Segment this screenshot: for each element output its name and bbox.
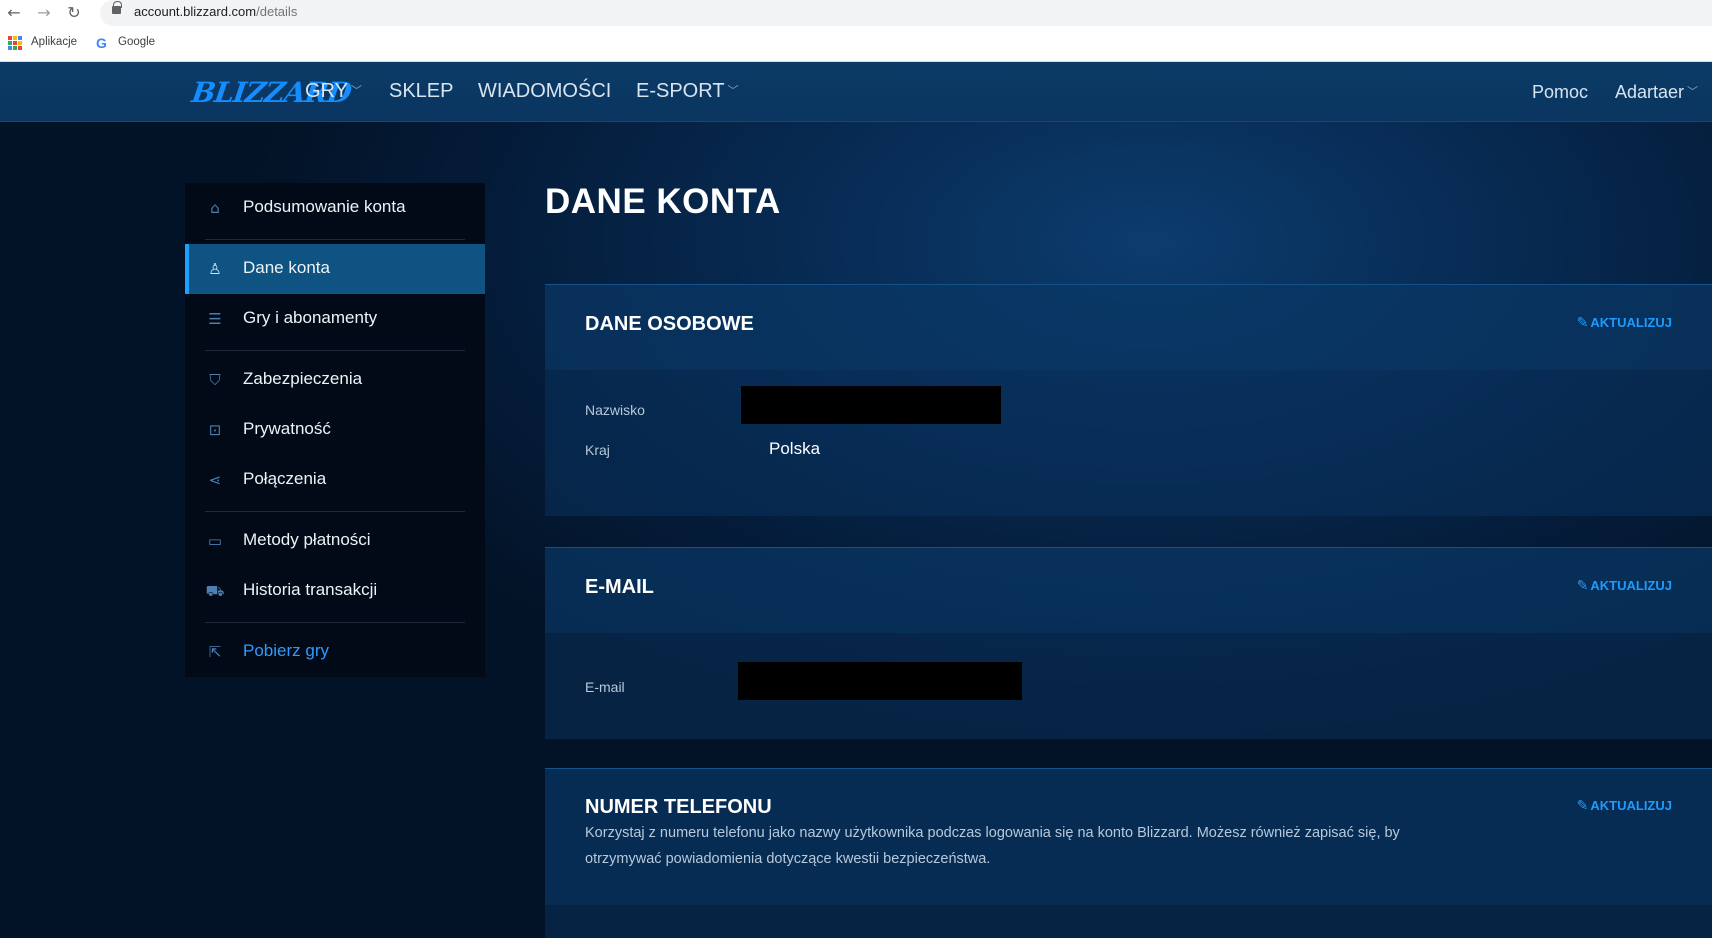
sidebar-item-label: Metody płatności xyxy=(243,530,371,549)
phone-card: NUMER TELEFONU ✎ AKTUALIZUJ Korzystaj z n… xyxy=(545,768,1712,938)
update-phone-button[interactable]: ✎ AKTUALIZUJ xyxy=(1577,798,1672,814)
page-title: DANE KONTA xyxy=(545,182,781,221)
pencil-icon: ✎ xyxy=(1576,798,1589,814)
top-navigation: BLIZZARD GRY ﹀ SKLEP WIADOMOŚCI E-SPORT ﹀ … xyxy=(0,62,1712,122)
chevron-down-icon: ﹀ xyxy=(1687,86,1699,98)
nav-news[interactable]: WIADOMOŚCI xyxy=(478,80,611,103)
google-icon: G xyxy=(96,35,107,51)
sidebar-item-connections[interactable]: ⋖ Połączenia xyxy=(185,455,485,505)
personal-data-card: DANE OSOBOWE ✎ AKTUALIZUJ Nazwisko Kraj P… xyxy=(545,284,1712,516)
sidebar-divider xyxy=(205,239,465,240)
share-icon: ⋖ xyxy=(208,471,222,489)
bookmark-apps[interactable]: Aplikacje xyxy=(31,36,77,48)
card-title: E-MAIL xyxy=(585,576,654,598)
cart-icon: ⛟ xyxy=(205,582,225,600)
credit-card-icon: ▭ xyxy=(207,532,223,550)
nav-shop[interactable]: SKLEP xyxy=(389,80,453,103)
redacted-surname xyxy=(741,386,1001,424)
field-label-country: Kraj xyxy=(585,442,610,458)
user-menu[interactable]: Adartaer ﹀ xyxy=(1615,82,1698,103)
redacted-email xyxy=(738,662,1022,700)
nav-games[interactable]: GRY ﹀ xyxy=(305,80,362,103)
pencil-icon: ✎ xyxy=(1576,315,1589,331)
bookmark-google[interactable]: Google xyxy=(118,36,155,48)
sidebar-item-payment-methods[interactable]: ▭ Metody płatności xyxy=(185,516,485,566)
address-bar[interactable]: account.blizzard.com/details xyxy=(100,0,1712,26)
card-title: NUMER TELEFONU xyxy=(585,796,772,818)
sidebar-item-label: Pobierz gry xyxy=(243,641,329,660)
url-text: account.blizzard.com/details xyxy=(134,4,298,19)
field-label-email: E-mail xyxy=(585,679,625,695)
update-email-button[interactable]: ✎ AKTUALIZUJ xyxy=(1577,578,1672,594)
sidebar-item-download-games[interactable]: ⇱ Pobierz gry xyxy=(185,627,485,677)
card-title: DANE OSOBOWE xyxy=(585,313,754,335)
phone-description: Korzystaj z numeru telefonu jako nazwy u… xyxy=(585,825,1400,867)
lock-icon xyxy=(112,1,122,14)
browser-toolbar: ← → ↻ account.blizzard.com/details xyxy=(0,0,1712,26)
sidebar-item-security[interactable]: ⛉ Zabezpieczenia xyxy=(185,355,485,405)
lock-icon: ⊡ xyxy=(208,421,222,439)
shield-icon: ⛉ xyxy=(209,371,221,389)
sidebar-divider xyxy=(205,511,465,512)
apps-grid-icon[interactable] xyxy=(8,36,22,50)
update-personal-button[interactable]: ✎ AKTUALIZUJ xyxy=(1577,315,1672,331)
list-icon: ☰ xyxy=(208,310,222,328)
home-icon: ⌂ xyxy=(210,199,220,217)
sidebar-item-summary[interactable]: ⌂ Podsumowanie konta xyxy=(185,183,485,233)
chevron-down-icon: ﹀ xyxy=(350,85,362,97)
blizzard-page: BLIZZARD GRY ﹀ SKLEP WIADOMOŚCI E-SPORT ﹀ … xyxy=(0,62,1712,938)
external-link-icon: ⇱ xyxy=(208,643,222,661)
sidebar-item-games[interactable]: ☰ Gry i abonamenty xyxy=(185,294,485,344)
chevron-down-icon: ﹀ xyxy=(727,85,739,97)
field-label-surname: Nazwisko xyxy=(585,402,645,418)
account-sidebar: ⌂ Podsumowanie konta ♙ Dane konta ☰ Gry … xyxy=(185,183,485,677)
sidebar-item-transaction-history[interactable]: ⛟ Historia transakcji xyxy=(185,566,485,616)
sidebar-item-label: Historia transakcji xyxy=(243,580,378,599)
card-header xyxy=(545,548,1712,633)
sidebar-item-label: Dane konta xyxy=(243,258,330,277)
reload-icon[interactable]: ↻ xyxy=(64,3,84,23)
sidebar-item-account-details[interactable]: ♙ Dane konta xyxy=(185,244,485,294)
sidebar-item-label: Gry i abonamenty xyxy=(243,308,378,327)
sidebar-item-label: Podsumowanie konta xyxy=(243,197,406,216)
sidebar-item-label: Połączenia xyxy=(243,469,327,488)
bookmarks-bar: Aplikacje G Google xyxy=(0,26,1712,62)
nav-esport[interactable]: E-SPORT ﹀ xyxy=(636,80,739,103)
forward-icon[interactable]: → xyxy=(34,3,54,23)
nav-help[interactable]: Pomoc xyxy=(1532,82,1588,103)
back-icon[interactable]: ← xyxy=(4,3,24,23)
sidebar-divider xyxy=(205,622,465,623)
sidebar-item-privacy[interactable]: ⊡ Prywatność xyxy=(185,405,485,455)
sidebar-divider xyxy=(205,350,465,351)
field-value-country: Polska xyxy=(769,439,821,458)
sidebar-item-label: Prywatność xyxy=(243,419,331,438)
user-icon: ♙ xyxy=(208,260,222,278)
sidebar-item-label: Zabezpieczenia xyxy=(243,369,363,388)
email-card: E-MAIL ✎ AKTUALIZUJ E-mail xyxy=(545,547,1712,739)
pencil-icon: ✎ xyxy=(1576,578,1589,594)
